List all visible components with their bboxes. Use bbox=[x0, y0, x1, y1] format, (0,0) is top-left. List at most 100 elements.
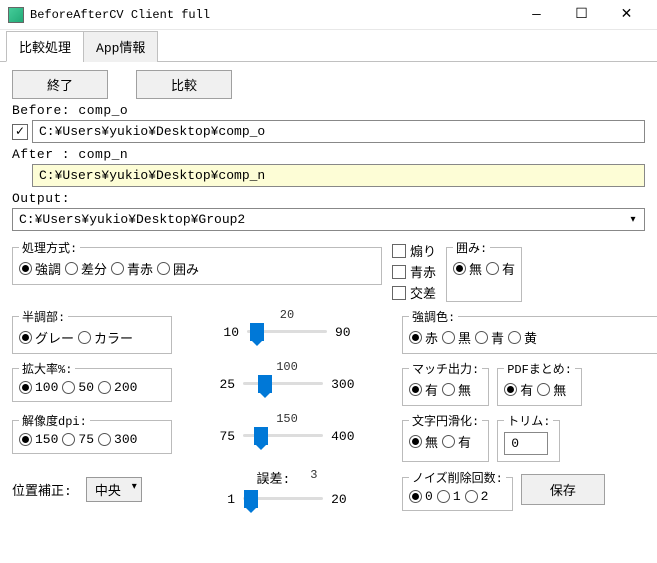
zoom-group: 拡大率%: 100 50 200 bbox=[12, 360, 172, 402]
close-button[interactable]: ✕ bbox=[604, 1, 649, 29]
pdf-radio-label: 無 bbox=[553, 380, 566, 399]
err-slider[interactable] bbox=[243, 487, 323, 511]
before-path-input[interactable]: C:¥Users¥yukio¥Desktop¥comp_o bbox=[32, 120, 645, 143]
accent-radio-label: 青 bbox=[491, 328, 504, 347]
zoom-slider-max: 300 bbox=[331, 377, 354, 392]
radio-icon bbox=[19, 381, 32, 394]
proc-radio-0[interactable]: 強調 bbox=[19, 259, 61, 278]
proc-radio-3[interactable]: 囲み bbox=[157, 259, 199, 278]
halftone-radio-1[interactable]: カラー bbox=[78, 328, 133, 347]
radio-icon bbox=[19, 262, 32, 275]
accent-radio-2[interactable]: 青 bbox=[475, 328, 504, 347]
chevron-down-icon[interactable]: ▾ bbox=[132, 481, 137, 493]
radio-icon bbox=[465, 490, 478, 503]
zoom-slider[interactable] bbox=[243, 372, 323, 396]
enclose-radio-0[interactable]: 無 bbox=[453, 259, 482, 278]
checkbox-icon bbox=[392, 244, 406, 258]
radio-icon bbox=[442, 383, 455, 396]
halftone-radio-label: カラー bbox=[94, 328, 133, 347]
enclose-radio-label: 無 bbox=[469, 259, 482, 278]
accent-radio-label: 赤 bbox=[425, 328, 438, 347]
proc-radio-1[interactable]: 差分 bbox=[65, 259, 107, 278]
radio-icon bbox=[409, 435, 422, 448]
accent-radio-1[interactable]: 黒 bbox=[442, 328, 471, 347]
maximize-button[interactable]: ☐ bbox=[559, 1, 604, 29]
position-select[interactable]: 中央 ▾ bbox=[86, 477, 142, 502]
quit-button[interactable]: 終了 bbox=[12, 70, 108, 99]
radio-icon bbox=[409, 331, 422, 344]
dpi-radio-2[interactable]: 300 bbox=[98, 432, 137, 447]
proc-radio-label: 青赤 bbox=[127, 259, 153, 278]
radio-icon bbox=[78, 331, 91, 344]
noise-radio-0[interactable]: 0 bbox=[409, 489, 433, 504]
err-label: 誤差: bbox=[256, 468, 290, 487]
pdf-radio-0[interactable]: 有 bbox=[504, 380, 533, 399]
proc-radio-2[interactable]: 青赤 bbox=[111, 259, 153, 278]
accent-radio-3[interactable]: 黄 bbox=[508, 328, 537, 347]
zoom-radio-2[interactable]: 200 bbox=[98, 380, 137, 395]
dpi-radio-0[interactable]: 150 bbox=[19, 432, 58, 447]
trim-input[interactable]: 0 bbox=[504, 432, 548, 455]
halftone-radio-label: グレー bbox=[35, 328, 74, 347]
dpi-slider[interactable] bbox=[243, 424, 323, 448]
chevron-down-icon[interactable]: ▾ bbox=[624, 211, 642, 228]
accent-radio-0[interactable]: 赤 bbox=[409, 328, 438, 347]
proc-group: 処理方式: 強調 差分 青赤囲み bbox=[12, 239, 382, 285]
flag-checklist: 煽り青赤交差 bbox=[392, 241, 436, 302]
before-checkbox[interactable]: ✓ bbox=[12, 124, 28, 140]
accent-radio-label: 黒 bbox=[458, 328, 471, 347]
zoom-radio-label: 200 bbox=[114, 380, 137, 395]
radio-icon bbox=[409, 383, 422, 396]
dpi-radio-label: 150 bbox=[35, 432, 58, 447]
tab-compare[interactable]: 比較処理 bbox=[6, 31, 84, 62]
match-radio-1[interactable]: 無 bbox=[442, 380, 471, 399]
window-title: BeforeAfterCV Client full bbox=[30, 8, 514, 22]
flag-check-1[interactable]: 青赤 bbox=[392, 262, 436, 281]
radio-icon bbox=[111, 262, 124, 275]
smooth-radio-0[interactable]: 無 bbox=[409, 432, 438, 451]
proc-legend: 処理方式: bbox=[19, 239, 80, 256]
output-label: Output: bbox=[12, 191, 645, 206]
accent-group: 強調色: 赤黒青黄 bbox=[402, 308, 657, 354]
zoom-radio-1[interactable]: 50 bbox=[62, 380, 94, 395]
flag-check-label: 青赤 bbox=[410, 262, 436, 281]
zoom-legend: 拡大率%: bbox=[19, 360, 75, 377]
zoom-radio-label: 100 bbox=[35, 380, 58, 395]
output-path-value: C:¥Users¥yukio¥Desktop¥Group2 bbox=[19, 212, 245, 227]
pdf-radio-label: 有 bbox=[520, 380, 533, 399]
save-button[interactable]: 保存 bbox=[521, 474, 605, 505]
after-path-input[interactable]: C:¥Users¥yukio¥Desktop¥comp_n bbox=[32, 164, 645, 187]
radio-icon bbox=[19, 433, 32, 446]
proc-radio-label: 差分 bbox=[81, 259, 107, 278]
enclose-radio-1[interactable]: 有 bbox=[486, 259, 515, 278]
dpi-legend: 解像度dpi: bbox=[19, 412, 90, 429]
enclose-group: 囲み: 無有 bbox=[446, 239, 522, 302]
noise-radio-2[interactable]: 2 bbox=[465, 489, 489, 504]
tabbar: 比較処理 App情報 bbox=[0, 30, 657, 62]
compare-button[interactable]: 比較 bbox=[136, 70, 232, 99]
flag-check-0[interactable]: 煽り bbox=[392, 241, 436, 260]
dpi-slider-max: 400 bbox=[331, 429, 354, 444]
radio-icon bbox=[98, 381, 111, 394]
halftone-radio-0[interactable]: グレー bbox=[19, 328, 74, 347]
dpi-radio-1[interactable]: 75 bbox=[62, 432, 94, 447]
checkbox-icon bbox=[392, 286, 406, 300]
match-radio-0[interactable]: 有 bbox=[409, 380, 438, 399]
pdf-radio-1[interactable]: 無 bbox=[537, 380, 566, 399]
trim-group: トリム: 0 bbox=[497, 412, 560, 462]
radio-icon bbox=[62, 381, 75, 394]
enclose-legend: 囲み: bbox=[453, 239, 490, 256]
halftone-slider[interactable] bbox=[247, 320, 327, 344]
output-path-combobox[interactable]: C:¥Users¥yukio¥Desktop¥Group2 ▾ bbox=[12, 208, 645, 231]
smooth-radio-1[interactable]: 有 bbox=[442, 432, 471, 451]
radio-icon bbox=[537, 383, 550, 396]
dpi-radio-label: 75 bbox=[78, 432, 94, 447]
noise-radio-1[interactable]: 1 bbox=[437, 489, 461, 504]
flag-check-2[interactable]: 交差 bbox=[392, 283, 436, 302]
minimize-button[interactable]: — bbox=[514, 1, 559, 29]
radio-icon bbox=[442, 331, 455, 344]
tab-appinfo[interactable]: App情報 bbox=[83, 31, 158, 62]
smooth-radio-label: 無 bbox=[425, 432, 438, 451]
accent-radio-label: 黄 bbox=[524, 328, 537, 347]
zoom-radio-0[interactable]: 100 bbox=[19, 380, 58, 395]
